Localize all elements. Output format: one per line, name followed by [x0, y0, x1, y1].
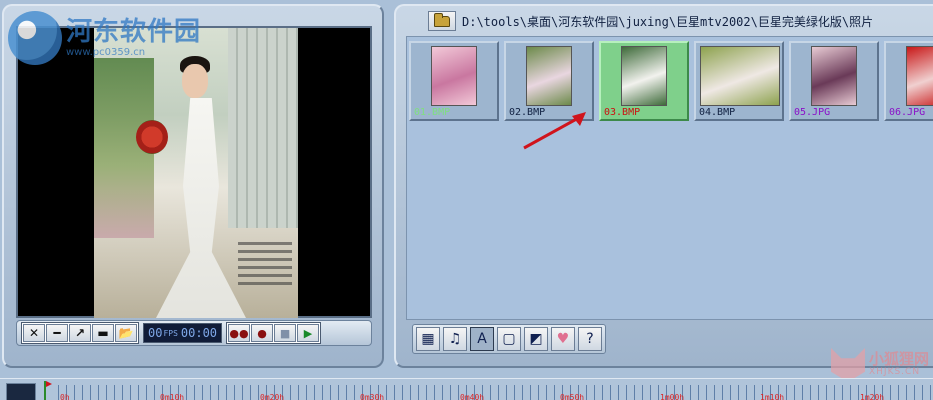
current-path: D:\tools\桌面\河东软件园\juxing\巨星mtv2002\巨星完美绿…	[462, 14, 874, 29]
frame-button[interactable]: ▢	[497, 327, 521, 351]
timeline-toggle-button[interactable]	[6, 383, 36, 400]
site-watermark: 河东软件园 www.pc0359.cn	[8, 10, 201, 66]
thumbnail-label: 06.JPG	[889, 107, 926, 118]
timeline-label: 1m10h	[760, 393, 785, 400]
thumbnail-image	[431, 46, 477, 106]
thumbnail-item[interactable]: 06.JPG	[884, 41, 933, 121]
thumbnail-item[interactable]: 03.BMP	[599, 41, 689, 121]
help-button[interactable]: ?	[578, 327, 602, 351]
timeline-label: 1m20h	[860, 393, 885, 400]
thumbnail-label: 03.BMP	[604, 107, 641, 118]
timeline-label: 0m50h	[560, 393, 585, 400]
timeline-labels: 0h 0m10h 0m20h 0m30h 0m40h 0m50h 1m00h 1m10h 1m2…	[58, 393, 933, 400]
timeline-start-marker-icon[interactable]	[44, 381, 52, 400]
preview-screen	[16, 26, 372, 318]
brand-watermark: 小狐狸网 XHJKS.CN	[830, 348, 929, 382]
record-button[interactable]: ●	[251, 324, 274, 342]
record-double-button[interactable]: ●●	[228, 324, 251, 342]
thumbnail-item[interactable]: 05.JPG	[789, 41, 879, 121]
timeline-label: 0m30h	[360, 393, 385, 400]
help-icon: ?	[586, 331, 594, 347]
folder-closed-button[interactable]: ▬	[92, 324, 114, 342]
record-icon: ●	[257, 326, 267, 340]
photo-bouquet	[136, 120, 168, 154]
player-button-group: ✕ ━ ↗ ▬ 📂	[21, 322, 139, 344]
heart-button[interactable]: ♥	[551, 327, 575, 351]
site-logo-icon	[8, 11, 62, 65]
fps-unit: FPS	[163, 328, 178, 338]
text-a-icon: A	[477, 331, 487, 347]
brand-watermark-url: XHJKS.CN	[868, 367, 921, 378]
record-button-group: ●● ● ■ ▶	[226, 322, 322, 344]
close-button[interactable]: ✕	[23, 324, 45, 342]
arrow-icon: ↗	[74, 326, 86, 340]
stop-button[interactable]: ■	[274, 324, 297, 342]
path-bar: D:\tools\桌面\河东软件园\juxing\巨星mtv2002\巨星完美绿…	[428, 10, 873, 32]
time-value: 00:00	[180, 326, 218, 340]
photo-caption	[238, 242, 292, 290]
record-double-icon: ●●	[229, 326, 249, 340]
heart-icon: ♥	[556, 331, 570, 347]
thumbnail-label: 05.JPG	[794, 107, 831, 118]
filmstrip-icon: ▦	[421, 331, 435, 347]
music-note-button[interactable]: ♫	[443, 327, 467, 351]
timeline-label: 0m10h	[160, 393, 185, 400]
music-note-icon: ♫	[448, 331, 462, 347]
thumbnail-image	[526, 46, 572, 106]
timeline-label: 0m40h	[460, 393, 485, 400]
watermark-title: 河东软件园	[66, 16, 202, 47]
brand-watermark-title: 小狐狸网	[868, 350, 929, 369]
photo-building	[228, 28, 298, 228]
text-a-button[interactable]: A	[470, 327, 494, 351]
timeline[interactable]: 0h 0m10h 0m20h 0m30h 0m40h 0m50h 1m00h 1m10h 1m2…	[0, 378, 933, 400]
timeline-label: 0h	[60, 393, 70, 400]
thumbnail-image	[700, 46, 780, 106]
media-browser-panel: D:\tools\桌面\河东软件园\juxing\巨星mtv2002\巨星完美绿…	[394, 4, 933, 368]
thumbnail-image	[906, 46, 933, 106]
thumbnail-item[interactable]: 04.BMP	[694, 41, 784, 121]
folder-closed-icon: ▬	[97, 326, 109, 340]
watermark-url: www.pc0359.cn	[66, 46, 146, 58]
fps-value: 00	[148, 326, 163, 340]
fox-logo-icon	[830, 348, 865, 382]
thumbnail-label: 01.BMP	[414, 107, 451, 118]
timeline-label: 0m20h	[260, 393, 285, 400]
arrow-button[interactable]: ↗	[69, 324, 91, 342]
minus-icon: ━	[53, 326, 61, 340]
photo-bride-head	[182, 64, 208, 98]
thumbnail-image	[621, 46, 667, 106]
thumbnail-grid: 01.BMP 02.BMP 03.BMP 04.BMP 05.JPG 06.JPG	[406, 36, 933, 320]
close-icon: ✕	[28, 326, 40, 340]
mode-toolbar: ▦ ♫ A ▢ ◩ ♥?	[412, 324, 606, 354]
folder-open-icon: 📂	[118, 326, 134, 340]
folder-icon	[434, 12, 450, 27]
stop-icon: ■	[279, 326, 291, 340]
frame-icon: ▢	[502, 331, 516, 347]
minus-button[interactable]: ━	[46, 324, 68, 342]
folder-open-button[interactable]: 📂	[115, 324, 137, 342]
annotation-arrow	[523, 112, 586, 150]
fps-time-display: 00 FPS 00:00	[143, 323, 223, 343]
play-button[interactable]: ▶	[297, 324, 320, 342]
thumbnail-item[interactable]: 01.BMP	[409, 41, 499, 121]
player-controls: ✕ ━ ↗ ▬ 📂 00 FPS 00:00 ●● ● ■ ▶	[16, 320, 372, 346]
play-icon: ▶	[303, 326, 313, 340]
filmstrip-button[interactable]: ▦	[416, 327, 440, 351]
bookmark-button[interactable]: ◩	[524, 327, 548, 351]
thumbnail-label: 04.BMP	[699, 107, 736, 118]
preview-photo	[94, 28, 298, 318]
timeline-label: 1m00h	[660, 393, 685, 400]
open-folder-button[interactable]	[428, 11, 456, 31]
thumbnail-image	[811, 46, 857, 106]
bookmark-icon: ◩	[529, 331, 543, 347]
